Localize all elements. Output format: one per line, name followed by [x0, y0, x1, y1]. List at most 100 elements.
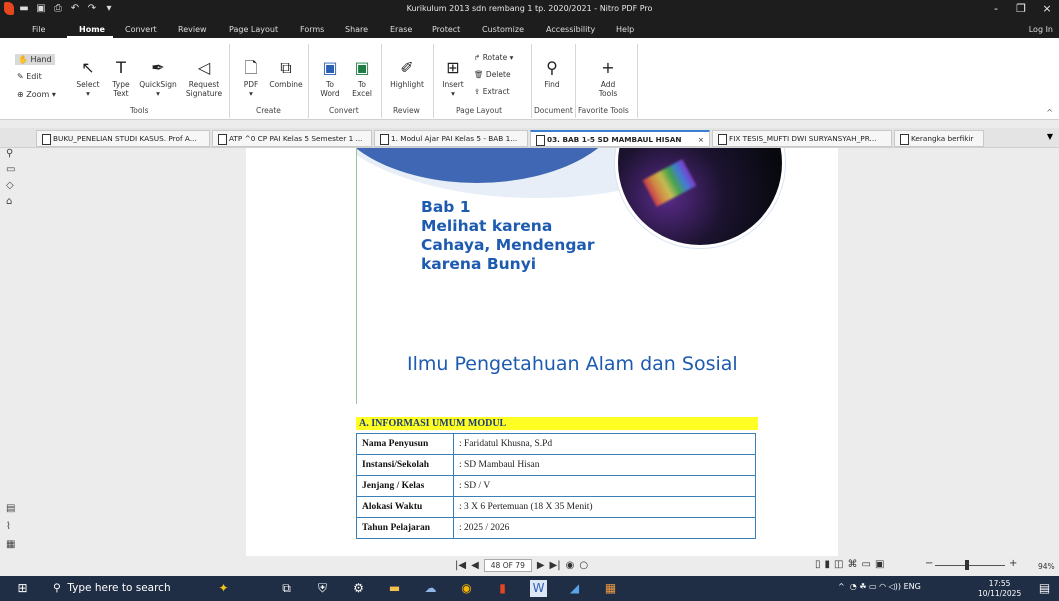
search-icon[interactable]: ⚲: [6, 148, 13, 159]
zoom-out-icon[interactable]: −: [925, 558, 933, 569]
tab-protect[interactable]: Protect: [432, 25, 460, 34]
table-value: : SD / V: [453, 475, 756, 497]
notification-icon[interactable]: ▤: [1036, 580, 1053, 597]
cursor-icon: ↖: [81, 58, 95, 77]
tab-home[interactable]: Home: [79, 25, 105, 34]
bookmark-icon[interactable]: ▭: [6, 164, 15, 175]
select-label: Select: [76, 80, 100, 89]
facing-icon[interactable]: ◫: [834, 559, 847, 570]
chapter-title: Bab 1 Melihat karena Cahaya, Mendengar k…: [421, 198, 595, 274]
system-clock[interactable]: 17:55 10/11/2025: [978, 579, 1021, 599]
taskbar-search[interactable]: ⚲ Type here to search: [45, 576, 205, 601]
prev-page-icon[interactable]: ◀: [471, 560, 479, 571]
settings-icon[interactable]: ⚙: [350, 580, 367, 597]
system-tray[interactable]: ^ ◔ ☘ ▭ ◠ ◁)) ENG: [838, 582, 921, 591]
edit-tool-button[interactable]: ✎ Edit: [17, 72, 42, 81]
page-number-field[interactable]: 48 OF 79: [483, 559, 532, 572]
login-link[interactable]: Log In: [1029, 25, 1053, 34]
comment-icon[interactable]: ▤: [6, 503, 15, 514]
to-word-button[interactable]: ▣ To Word: [316, 58, 344, 98]
app-icon[interactable]: ▦: [602, 580, 619, 597]
insert-button[interactable]: ⊞ Insert ▾: [439, 58, 467, 98]
tab-help[interactable]: Help: [616, 25, 634, 34]
next-page-icon[interactable]: ▶: [537, 560, 545, 571]
highlight-button[interactable]: ✐ Highlight: [386, 58, 428, 89]
hand-icon: ✋: [18, 55, 28, 64]
hand-tool-button[interactable]: ✋ Hand: [15, 54, 55, 65]
windows-taskbar: ⊞ ⚲ Type here to search ✦ ⧉ ⛨ ⚙ ▬ ☁ ◉ ▮ …: [0, 576, 1059, 601]
module-info-table: Nama Penyusun: Faridatul Khusna, S.Pd In…: [356, 433, 756, 539]
forward-view-icon[interactable]: ○: [579, 560, 588, 571]
fit-icon[interactable]: ⌘: [847, 559, 861, 570]
task-view-icon[interactable]: ⧉: [278, 580, 295, 597]
zoom-in-icon[interactable]: +: [1009, 558, 1017, 569]
doc-tab[interactable]: 1. Modul Ajar PAI Kelas 5 - BAB 1...: [374, 130, 528, 147]
rotate-button[interactable]: ↱ Rotate ▾: [474, 53, 529, 62]
chrome-icon[interactable]: ◉: [458, 580, 475, 597]
word-icon[interactable]: W: [530, 580, 547, 597]
tab-forms[interactable]: Forms: [300, 25, 324, 34]
page-navigation: |◀ ◀ 48 OF 79 ▶ ▶| ◉ ○: [455, 559, 588, 572]
file-explorer-icon[interactable]: ▬: [386, 580, 403, 597]
fields-icon[interactable]: ▦: [6, 539, 15, 550]
select-button[interactable]: ↖ Select ▾: [74, 58, 102, 98]
tab-customize[interactable]: Customize: [482, 25, 524, 34]
pen-icon: ✒: [151, 58, 165, 77]
zoom-tool-button[interactable]: ⊕ Zoom ▾: [17, 90, 56, 99]
fullscreen-icon[interactable]: ▭: [861, 559, 874, 570]
tab-review[interactable]: Review: [178, 25, 207, 34]
windows-start-icon[interactable]: ⊞: [14, 580, 31, 597]
single-page-icon[interactable]: ▯: [815, 559, 825, 570]
security-icon[interactable]: ⛨: [314, 580, 331, 597]
document-canvas[interactable]: Bab 1 Melihat karena Cahaya, Mendengar k…: [22, 148, 1059, 558]
attachment-icon[interactable]: ⌇: [6, 521, 11, 532]
sparkle-icon[interactable]: ✦: [215, 580, 232, 597]
request-signature-button[interactable]: ◁ Request Signature: [182, 58, 226, 98]
zoom-track[interactable]: [935, 565, 1005, 566]
combine-button[interactable]: ⧉ Combine: [268, 58, 304, 89]
nitro-pdf-icon[interactable]: ▮: [494, 580, 511, 597]
continuous-icon[interactable]: ▮: [825, 559, 835, 570]
doc-tab[interactable]: BUKU_PENELIAN STUDI KASUS. Prof A...: [36, 130, 210, 147]
clock-time: 17:55: [988, 579, 1011, 588]
back-view-icon[interactable]: ◉: [566, 560, 575, 571]
tab-convert[interactable]: Convert: [125, 25, 157, 34]
tray-overflow-icon[interactable]: ^: [838, 582, 845, 591]
extract-button[interactable]: ⇪ Extract: [474, 87, 529, 96]
doc-tab[interactable]: FIX TESIS_MUFTI DWI SURYANSYAH_PR...: [712, 130, 892, 147]
tag-icon[interactable]: ◇: [6, 180, 14, 191]
tab-share[interactable]: Share: [345, 25, 368, 34]
tab-file[interactable]: File: [32, 25, 45, 34]
ribbon-separator: [531, 44, 532, 118]
delete-button[interactable]: 🗑 Delete: [474, 70, 529, 79]
language-indicator[interactable]: ENG: [904, 582, 921, 591]
doc-tab[interactable]: Kerangka berfikir: [894, 130, 984, 147]
collapse-ribbon-icon[interactable]: ^: [1046, 108, 1053, 117]
minimize-button[interactable]: -: [985, 2, 1007, 15]
tab-erase[interactable]: Erase: [390, 25, 412, 34]
quicksign-button[interactable]: ✒ QuickSign ▾: [138, 58, 178, 98]
tabs-dropdown-icon[interactable]: ▼: [1047, 132, 1053, 141]
first-page-icon[interactable]: |◀: [455, 560, 466, 571]
doc-tab-active[interactable]: 03. BAB 1-5 SD MAMBAUL HISAN ×: [530, 130, 710, 147]
doc-tab[interactable]: ATP ^0 CP PAI Kelas 5 Semester 1 ...: [212, 130, 372, 147]
to-excel-button[interactable]: ▣ To Excel: [348, 58, 376, 98]
presentation-icon[interactable]: ▣: [875, 559, 888, 570]
tab-page-layout[interactable]: Page Layout: [229, 25, 278, 34]
close-button[interactable]: ×: [1036, 2, 1058, 15]
last-page-icon[interactable]: ▶|: [550, 560, 561, 571]
add-tools-button[interactable]: + Add Tools: [592, 58, 624, 98]
quicksign-label: QuickSign: [139, 80, 177, 89]
zoom-knob[interactable]: [965, 560, 969, 570]
zoom-slider[interactable]: − +: [925, 558, 1017, 570]
restore-button[interactable]: ❐: [1010, 2, 1032, 15]
photos-icon[interactable]: ☁: [422, 580, 439, 597]
app-icon[interactable]: ◢: [566, 580, 583, 597]
type-text-button[interactable]: T Type Text: [107, 58, 135, 98]
close-tab-icon[interactable]: ×: [698, 135, 704, 144]
chapter-number: Bab 1: [421, 198, 471, 216]
lock-icon[interactable]: ⌂: [6, 196, 12, 207]
find-button[interactable]: ⚲ Find: [537, 58, 567, 89]
pdf-create-button[interactable]: 🗋 PDF ▾: [238, 58, 264, 98]
tab-accessibility[interactable]: Accessibility: [546, 25, 595, 34]
